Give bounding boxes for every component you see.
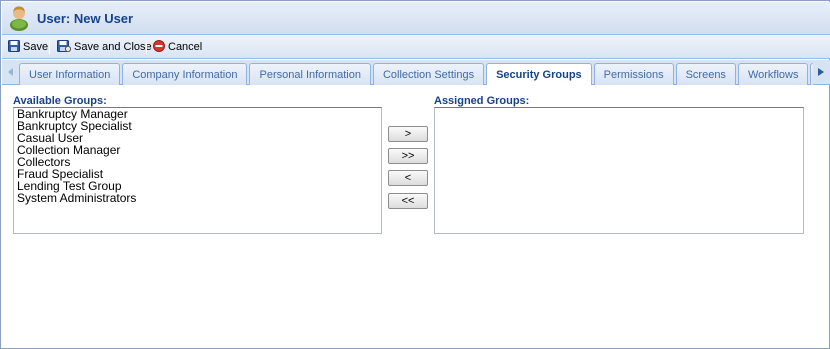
remove-all-button[interactable]: << bbox=[388, 193, 428, 209]
cancel-label: Cancel bbox=[168, 41, 203, 53]
save-label: Save bbox=[23, 41, 49, 53]
toolbar-separator bbox=[49, 40, 50, 54]
tab-personal-information[interactable]: Personal Information bbox=[249, 63, 371, 85]
title-bar: User: New User bbox=[2, 2, 830, 35]
assigned-groups-label: Assigned Groups: bbox=[434, 95, 530, 107]
tab-scroll-right[interactable] bbox=[813, 63, 829, 83]
save-button[interactable]: Save bbox=[8, 39, 48, 55]
save-and-close-button[interactable]: Save and Close bbox=[57, 39, 152, 55]
page-title: User: New User bbox=[37, 11, 134, 26]
tab-workflows[interactable]: Workflows bbox=[737, 63, 809, 85]
tab-strip: User Information Company Information Perso… bbox=[2, 60, 830, 85]
user-icon bbox=[9, 5, 29, 31]
tabs-viewport: User Information Company Information Perso… bbox=[19, 63, 813, 85]
save-and-close-label: Save and Close bbox=[74, 41, 152, 53]
add-all-button[interactable]: >> bbox=[388, 148, 428, 164]
toolbar: Save Save and Close Cancel bbox=[2, 35, 830, 59]
tab-screens[interactable]: Screens bbox=[675, 63, 736, 85]
tab-user-information[interactable]: User Information bbox=[19, 63, 121, 85]
cancel-icon bbox=[153, 39, 165, 55]
tab-list: User Information Company Information Perso… bbox=[19, 63, 813, 85]
tab-collection-settings[interactable]: Collection Settings bbox=[372, 63, 485, 85]
arrow-right-icon bbox=[817, 67, 825, 79]
toolbar-separator bbox=[146, 40, 147, 54]
tab-security-groups[interactable]: Security Groups bbox=[486, 63, 592, 85]
remove-button[interactable]: < bbox=[388, 170, 428, 186]
cancel-button[interactable]: Cancel bbox=[153, 39, 202, 55]
add-button[interactable]: > bbox=[388, 126, 428, 142]
tab-scroll-left[interactable] bbox=[3, 63, 19, 83]
tab-permissions[interactable]: Permissions bbox=[593, 63, 674, 85]
window: User: New User Save Save and Close Cance… bbox=[0, 0, 830, 349]
available-groups-list[interactable]: Bankruptcy Manager Bankruptcy Specialist C… bbox=[13, 107, 382, 234]
tab-company-information[interactable]: Company Information bbox=[122, 63, 248, 85]
arrow-left-icon bbox=[7, 67, 15, 79]
assigned-groups-list[interactable] bbox=[434, 107, 804, 234]
list-item[interactable]: System Administrators bbox=[14, 192, 381, 204]
floppy-disk-icon bbox=[8, 39, 20, 55]
available-groups-label: Available Groups: bbox=[13, 95, 107, 107]
floppy-disk-close-icon bbox=[57, 39, 72, 55]
